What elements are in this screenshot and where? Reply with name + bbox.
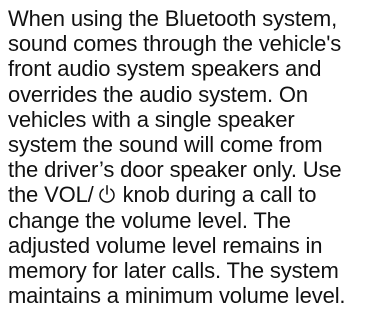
text-line: the driver’s door speaker only. Use bbox=[8, 157, 342, 183]
text-fragment: the VOL/ bbox=[8, 182, 94, 208]
text-line: overrides the audio system. On bbox=[8, 81, 308, 107]
text-line: change the volume level. The bbox=[8, 207, 291, 233]
text-line-with-icon: the VOL/ knob during a call to bbox=[8, 182, 382, 207]
power-icon bbox=[98, 184, 116, 204]
text-line: maintains a minimum volume level. bbox=[8, 283, 346, 309]
text-line: When using the Bluetooth system, bbox=[8, 6, 338, 31]
text-line: adjusted volume level remains in bbox=[8, 232, 323, 258]
bluetooth-audio-paragraph: When using the Bluetooth system, sound c… bbox=[8, 6, 382, 308]
document-page: When using the Bluetooth system, sound c… bbox=[0, 0, 388, 328]
text-line: memory for later calls. The system bbox=[8, 258, 339, 284]
text-line: front audio system speakers and bbox=[8, 56, 322, 82]
text-fragment: knob during a call to bbox=[116, 182, 317, 208]
text-line: vehicles with a single speaker bbox=[8, 106, 295, 132]
text-line: sound comes through the vehicle's bbox=[8, 31, 342, 57]
text-line: system the sound will come from bbox=[8, 132, 323, 158]
